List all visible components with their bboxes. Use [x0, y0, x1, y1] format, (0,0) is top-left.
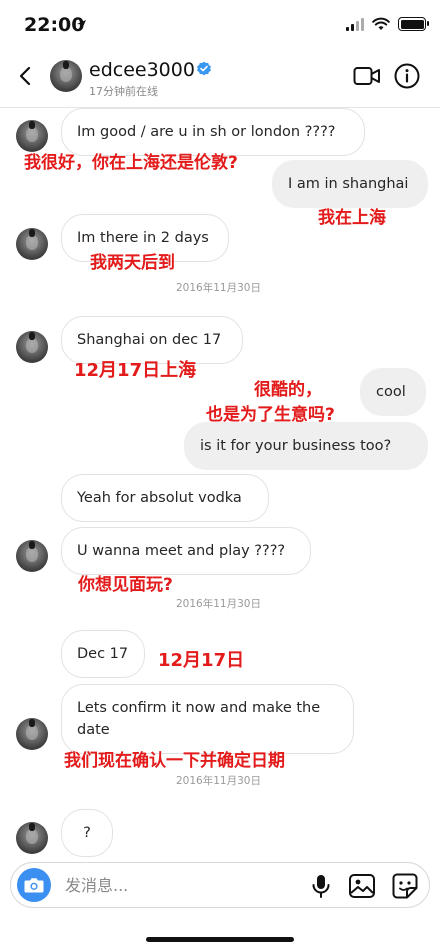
- message-text: U wanna meet and play ????: [77, 543, 286, 559]
- translation-annotation: 12月17日: [158, 650, 245, 671]
- active-status: 17分钟前在线: [89, 85, 158, 98]
- message-input[interactable]: [65, 873, 285, 897]
- translation-annotation: 我两天后到: [90, 253, 175, 273]
- sender-avatar[interactable]: [16, 331, 48, 363]
- header-avatar[interactable]: [50, 60, 82, 92]
- timestamp: 2016年11月30日: [176, 598, 261, 610]
- message-text: Dec 17: [77, 646, 129, 662]
- incoming-message[interactable]: ?: [61, 809, 113, 857]
- message-text: cool: [376, 384, 406, 400]
- status-bar: 22:00: [0, 0, 440, 48]
- message-text: Yeah for absolut vodka: [77, 490, 242, 506]
- translation-annotation: 12月17日上海: [74, 360, 197, 381]
- status-icons: [346, 17, 429, 31]
- message-thread[interactable]: Im good / are u in sh or london ???? 我很好…: [0, 108, 440, 860]
- outgoing-message[interactable]: I am in shanghai: [272, 160, 428, 208]
- chat-header: edcee3000 17分钟前在线: [0, 48, 440, 108]
- incoming-message[interactable]: Dec 17: [61, 630, 145, 678]
- sender-avatar[interactable]: [16, 718, 48, 750]
- sender-avatar[interactable]: [16, 540, 48, 572]
- location-arrow-icon: [77, 20, 86, 29]
- sender-avatar[interactable]: [16, 228, 48, 260]
- translation-annotation: 我们现在确认一下并确定日期: [64, 751, 285, 771]
- verified-badge-icon: [197, 61, 211, 76]
- message-text: is it for your business too?: [200, 438, 392, 454]
- camera-button[interactable]: [17, 868, 51, 902]
- message-composer: [10, 862, 430, 908]
- camera-icon: [24, 878, 44, 893]
- message-text: ?: [83, 825, 91, 841]
- incoming-message[interactable]: U wanna meet and play ????: [61, 527, 311, 575]
- message-text: I am in shanghai: [288, 176, 409, 192]
- outgoing-message[interactable]: cool: [360, 368, 426, 416]
- battery-icon: [398, 17, 429, 31]
- info-icon[interactable]: [394, 63, 420, 89]
- translation-annotation: 你想见面玩?: [78, 575, 173, 595]
- message-text: Lets confirm it now and make the date: [77, 700, 321, 738]
- home-indicator[interactable]: [146, 937, 294, 942]
- incoming-message[interactable]: Lets confirm it now and make the date: [61, 684, 354, 754]
- video-call-icon[interactable]: [353, 64, 381, 88]
- microphone-icon[interactable]: [309, 873, 333, 899]
- wifi-icon: [372, 17, 390, 30]
- incoming-message[interactable]: Yeah for absolut vodka: [61, 474, 269, 522]
- sticker-icon[interactable]: [391, 872, 419, 900]
- outgoing-message[interactable]: is it for your business too?: [184, 422, 428, 470]
- sender-avatar[interactable]: [16, 822, 48, 854]
- translation-annotation: 我很好，你在上海还是伦敦?: [24, 153, 238, 173]
- gallery-icon[interactable]: [348, 872, 376, 900]
- username[interactable]: edcee3000: [89, 59, 195, 81]
- back-arrow-icon[interactable]: [14, 64, 38, 88]
- cellular-signal-icon: [346, 17, 364, 31]
- timestamp: 2016年11月30日: [176, 775, 261, 787]
- translation-annotation: 我在上海: [318, 208, 386, 228]
- timestamp: 2016年11月30日: [176, 282, 261, 294]
- translation-annotation: 很酷的，: [254, 380, 322, 400]
- message-text: Shanghai on dec 17: [77, 332, 222, 348]
- message-text: Im good / are u in sh or london ????: [77, 124, 336, 140]
- message-text: Im there in 2 days: [77, 230, 209, 246]
